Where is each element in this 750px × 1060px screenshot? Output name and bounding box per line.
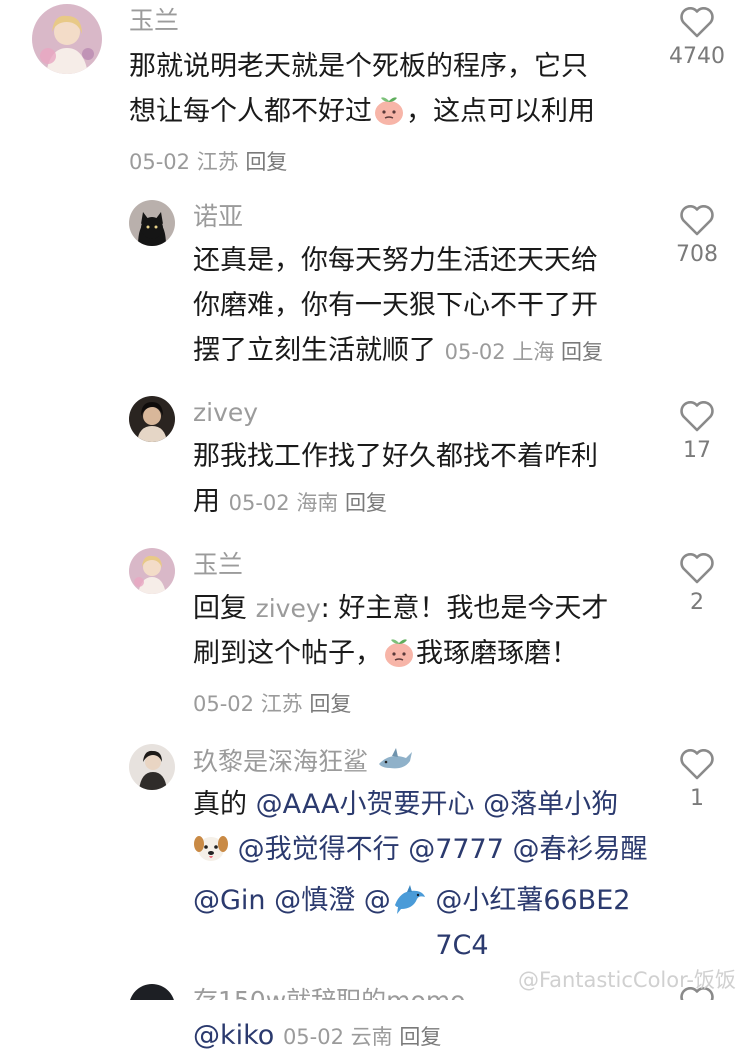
reply-to-user[interactable]: zivey: [256, 594, 321, 623]
reply-button[interactable]: 回复: [309, 692, 351, 716]
reply-button[interactable]: 回复: [399, 1025, 441, 1049]
mention-at: @: [363, 885, 391, 916]
comment-location: 云南: [350, 1025, 393, 1049]
mention-link[interactable]: @我觉得不行: [238, 834, 400, 865]
comment-line-part: 我琢磨琢磨！: [416, 638, 578, 669]
watermark: @FantasticColor-饭饭: [517, 968, 736, 992]
comment-date: 05-02: [444, 340, 506, 364]
comment-text: 那就说明老天就是个死板的程序，它只 想让每个人都不好过 ，这点可以利用 05-02…: [129, 44, 595, 185]
comment-line-part: 想让每个人都不好过: [129, 96, 372, 127]
comment-location: 海南: [296, 491, 339, 515]
mention-link[interactable]: @春衫易醒: [513, 834, 648, 865]
mention-link[interactable]: @落单小狗: [483, 789, 618, 820]
mention-link[interactable]: @kiko: [193, 1020, 274, 1051]
comment-date: 05-02: [282, 1025, 344, 1049]
comment-date: 05-02: [193, 692, 255, 716]
like-button[interactable]: 4740: [652, 6, 742, 70]
comment-item: 诺亚 还真是，你每天努力生活还天天给 你磨难，你有一天狠下心不干了开 摆了立刻生…: [0, 196, 750, 376]
comment-username[interactable]: 诺亚: [193, 202, 243, 232]
like-button[interactable]: 1: [652, 748, 742, 812]
peach-emoji-icon: [382, 636, 416, 682]
like-button[interactable]: 2: [652, 552, 742, 616]
dolphin-emoji-icon: [391, 883, 427, 929]
comment-line: @我觉得不行 @7777 @春衫易醒: [193, 827, 648, 878]
comment-line-part: : 好主意！我也是今天才: [320, 593, 609, 624]
mention-link[interactable]: @慎澄: [274, 885, 355, 916]
comment-line: 那就说明老天就是个死板的程序，它只: [129, 51, 588, 82]
comment-location: 江苏: [260, 692, 303, 716]
comment-line: 那我找工作找了好久都找不着咋利: [193, 441, 598, 472]
comment-line: 回复 zivey: 好主意！我也是今天才: [193, 586, 608, 631]
like-count: 4740: [669, 44, 725, 69]
comment-line: 还真是，你每天努力生活还天天给: [193, 245, 598, 276]
shark-emoji-icon: [376, 746, 414, 783]
heart-outline-icon: [680, 7, 714, 38]
comment-line-part: 刷到这个帖子，: [193, 638, 382, 669]
mention-link[interactable]: @小红薯66BE27C4: [435, 878, 645, 968]
heart-outline-icon: [680, 749, 714, 780]
comment-line: 用 05-02 海南 回复: [193, 479, 598, 526]
reply-button[interactable]: 回复: [345, 491, 387, 515]
comment-line-part: 用: [193, 486, 220, 517]
comment-text: 还真是，你每天努力生活还天天给 你磨难，你有一天狠下心不干了开 摆了立刻生活就顺…: [193, 238, 603, 375]
comment-line: 摆了立刻生活就顺了 05-02 上海 回复: [193, 328, 603, 375]
peach-emoji-icon: [372, 94, 406, 140]
comment-line: 想让每个人都不好过 ，这点可以利用: [129, 89, 595, 140]
heart-outline-icon: [680, 553, 714, 584]
comment-line: 你磨难，你有一天狠下心不干了开: [193, 290, 598, 321]
avatar[interactable]: [129, 200, 175, 246]
comment-item: 玖黎是深海狂鲨 真的 @AAA小贺要开心 @落单小狗 @我觉得不行 @7777 …: [0, 740, 750, 1051]
avatar[interactable]: [129, 744, 175, 790]
heart-outline-icon: [680, 401, 714, 432]
mention-link[interactable]: @AAA小贺要开心: [256, 789, 475, 820]
like-count: 2: [690, 590, 704, 615]
comment-line-part: 真的: [193, 789, 256, 820]
mention-link[interactable]: @7777: [408, 834, 504, 865]
like-count: 1: [690, 786, 704, 811]
comment-text: 那我找工作找了好久都找不着咋利 用 05-02 海南 回复: [193, 434, 598, 526]
comment-line: @kiko 05-02 云南 回复: [193, 1013, 648, 1060]
like-count: 708: [676, 242, 718, 267]
comment-line-part: 摆了立刻生活就顺了: [193, 335, 436, 366]
comment-item: zivey 那我找工作找了好久都找不着咋利 用 05-02 海南 回复 17: [0, 392, 750, 532]
username-text: 玖黎是深海狂鲨: [193, 747, 369, 776]
comment-meta: 05-02 江苏 回复: [129, 140, 595, 185]
comment-location: 江苏: [196, 150, 239, 174]
comment-username[interactable]: 玉兰: [129, 6, 179, 36]
like-button[interactable]: 17: [652, 400, 742, 464]
avatar[interactable]: [32, 4, 102, 74]
mention-link[interactable]: @: [364, 885, 427, 916]
comment-username[interactable]: 存150w就辞职的momo: [193, 986, 465, 1000]
reply-button[interactable]: 回复: [245, 150, 287, 174]
comment-line: 刷到这个帖子， 我琢磨琢磨！: [193, 631, 608, 682]
mention-link[interactable]: @Gin: [193, 885, 266, 916]
avatar[interactable]: [129, 984, 175, 1000]
comment-date: 05-02: [129, 150, 191, 174]
comment-location: 上海: [512, 340, 555, 364]
like-button[interactable]: 708: [652, 204, 742, 268]
comment-item: 玉兰 那就说明老天就是个死板的程序，它只 想让每个人都不好过 ，这点可以利用 05…: [0, 0, 750, 180]
reply-prefix: 回复: [193, 593, 256, 624]
comment-meta: 05-02 江苏 回复: [193, 682, 608, 727]
comment-item: 玉兰 回复 zivey: 好主意！我也是今天才 刷到这个帖子， 我琢磨琢磨！ 05…: [0, 544, 750, 724]
comment-date: 05-02: [228, 491, 290, 515]
comment-username[interactable]: 玖黎是深海狂鲨: [193, 746, 414, 783]
avatar[interactable]: [129, 396, 175, 442]
reply-button[interactable]: 回复: [561, 340, 603, 364]
comment-text: 真的 @AAA小贺要开心 @落单小狗 @我觉得不行 @7777 @春衫易醒 @G…: [193, 782, 648, 1060]
comment-line-part: ，这点可以利用: [406, 96, 595, 127]
comment-line: @Gin @慎澄 @ @小红薯66BE27C4: [193, 878, 648, 968]
like-count: 17: [683, 438, 711, 463]
dog-emoji-icon: [193, 832, 229, 878]
avatar[interactable]: [129, 548, 175, 594]
comment-line: 真的 @AAA小贺要开心 @落单小狗: [193, 782, 648, 827]
heart-outline-icon: [680, 205, 714, 236]
comment-text: 回复 zivey: 好主意！我也是今天才 刷到这个帖子， 我琢磨琢磨！ 05-02…: [193, 586, 608, 727]
comment-username[interactable]: 玉兰: [193, 550, 243, 580]
comment-username[interactable]: zivey: [193, 398, 258, 428]
